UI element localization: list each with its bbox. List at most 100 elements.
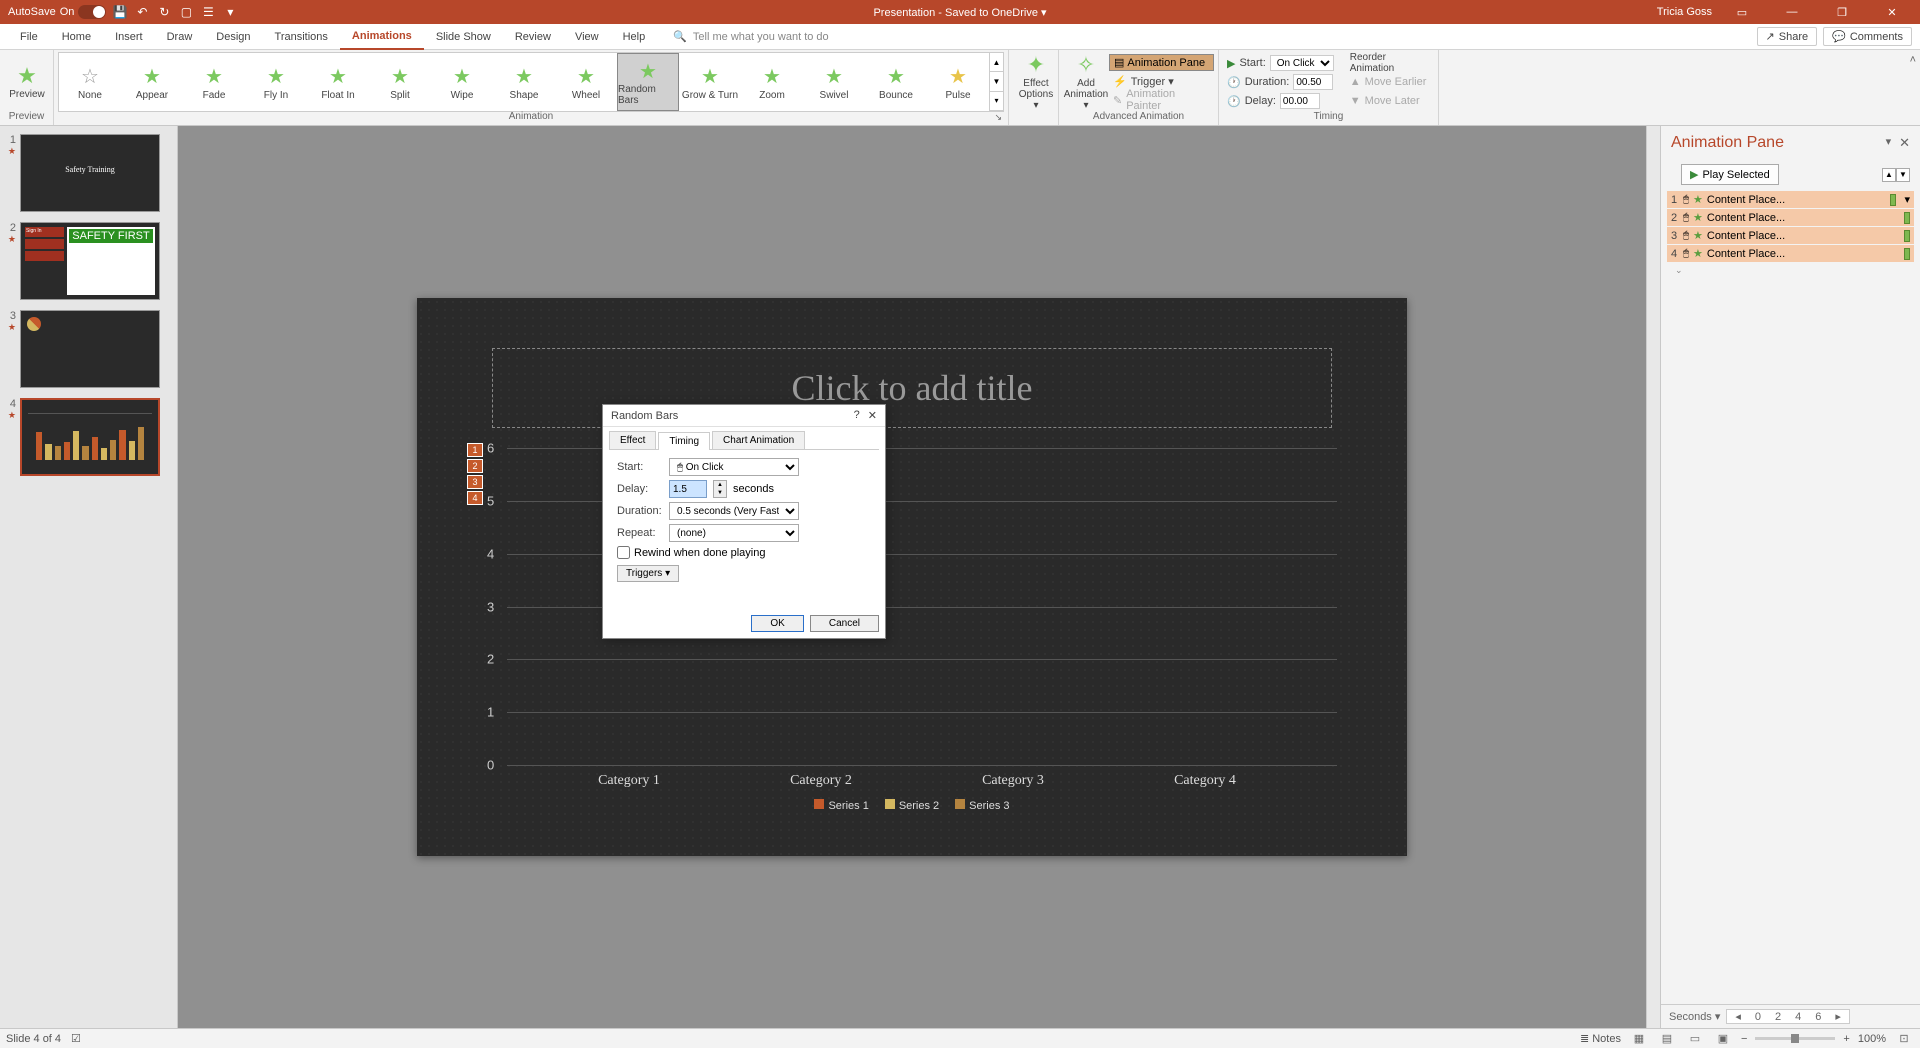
undo-icon[interactable]: ↶ (134, 4, 150, 20)
close-icon[interactable]: ✕ (1872, 0, 1912, 24)
slide-thumb-4[interactable] (20, 398, 160, 476)
dlg-delay-input[interactable] (669, 480, 707, 498)
close-pane-icon[interactable]: ✕ (1899, 135, 1910, 151)
tab-transitions[interactable]: Transitions (263, 24, 340, 50)
dialog-launcher-icon[interactable]: ↘ (994, 112, 1002, 123)
zoom-out-icon[interactable]: − (1741, 1033, 1747, 1045)
triggers-button[interactable]: Triggers ▾ (617, 565, 679, 582)
autosave-toggle[interactable]: AutoSave On (8, 5, 106, 19)
tab-slide-show[interactable]: Slide Show (424, 24, 503, 50)
anim-pane-item-3[interactable]: 3🖱★Content Place... (1667, 227, 1914, 244)
dlg-duration-select[interactable]: 0.5 seconds (Very Fast) (669, 502, 799, 520)
accessibility-icon[interactable]: ☑ (71, 1032, 81, 1045)
cancel-button[interactable]: Cancel (810, 615, 879, 632)
reading-view-icon[interactable]: ▭ (1685, 1031, 1705, 1047)
animation-none[interactable]: ☆None (59, 53, 121, 111)
qat-more-icon[interactable]: ▾ (222, 4, 238, 20)
slideshow-view-icon[interactable]: ▣ (1713, 1031, 1733, 1047)
move-earlier-button[interactable]: ▲Move Earlier (1346, 73, 1434, 91)
animation-painter-button[interactable]: ✎Animation Painter (1109, 91, 1214, 109)
slide-canvas[interactable]: Click to add title 1234 0123456Category … (417, 298, 1407, 856)
fit-view-icon[interactable]: ⊡ (1894, 1031, 1914, 1047)
anim-pane-item-1[interactable]: 1🖱★Content Place...▾ (1667, 191, 1914, 208)
animation-pulse[interactable]: ★Pulse (927, 53, 989, 111)
preview-button[interactable]: ★ Preview (4, 52, 50, 110)
tell-me-search[interactable]: 🔍 Tell me what you want to do (673, 30, 828, 43)
anim-pane-item-2[interactable]: 2🖱★Content Place... (1667, 209, 1914, 226)
present-icon[interactable]: ▢ (178, 4, 194, 20)
animation-flyin[interactable]: ★Fly In (245, 53, 307, 111)
legend-item[interactable]: Series 3 (955, 799, 1009, 812)
legend-item[interactable]: Series 1 (814, 799, 868, 812)
animation-shape[interactable]: ★Shape (493, 53, 555, 111)
dlg-start-select[interactable]: 🖱 On Click (669, 458, 799, 476)
animation-bounce[interactable]: ★Bounce (865, 53, 927, 111)
move-down-button[interactable]: ▼ (1896, 168, 1910, 182)
gallery-down-icon[interactable]: ▼ (990, 72, 1003, 91)
item-menu-icon[interactable]: ▾ (1904, 193, 1910, 206)
delay-input[interactable] (1280, 93, 1320, 109)
gallery-more-icon[interactable]: ▾ (990, 92, 1003, 111)
tab-file[interactable]: File (8, 24, 50, 50)
play-selected-button[interactable]: ▶Play Selected (1681, 164, 1779, 185)
tab-design[interactable]: Design (204, 24, 262, 50)
animation-fade[interactable]: ★Fade (183, 53, 245, 111)
zoom-level[interactable]: 100% (1858, 1033, 1886, 1045)
animation-wipe[interactable]: ★Wipe (431, 53, 493, 111)
expand-icon[interactable]: ⌄ (1667, 263, 1914, 278)
save-icon[interactable]: 💾 (112, 4, 128, 20)
tab-help[interactable]: Help (611, 24, 658, 50)
ribbon-display-icon[interactable]: ▭ (1722, 0, 1762, 24)
delay-spinner[interactable]: ▲▼ (713, 480, 727, 498)
ok-button[interactable]: OK (751, 615, 803, 632)
comments-button[interactable]: 💬Comments (1823, 27, 1912, 46)
tab-draw[interactable]: Draw (155, 24, 205, 50)
slide-thumb-3[interactable] (20, 310, 160, 388)
animation-split[interactable]: ★Split (369, 53, 431, 111)
tab-insert[interactable]: Insert (103, 24, 155, 50)
animation-randombars[interactable]: ★Random Bars (617, 53, 679, 111)
share-button[interactable]: ↗Share (1757, 27, 1818, 46)
touch-icon[interactable]: ☰ (200, 4, 216, 20)
legend-item[interactable]: Series 2 (885, 799, 939, 812)
animation-growturn[interactable]: ★Grow & Turn (679, 53, 741, 111)
minimize-icon[interactable]: — (1772, 0, 1812, 24)
animation-gallery[interactable]: ☆None★Appear★Fade★Fly In★Float In★Split★… (58, 52, 1004, 112)
rewind-checkbox[interactable] (617, 546, 630, 559)
gallery-up-icon[interactable]: ▲ (990, 53, 1003, 72)
notes-button[interactable]: ≣ Notes (1580, 1032, 1621, 1045)
tab-animations[interactable]: Animations (340, 24, 424, 50)
maximize-icon[interactable]: ❐ (1822, 0, 1862, 24)
ruler-next-icon[interactable]: ▸ (1829, 1010, 1847, 1023)
zoom-slider[interactable] (1755, 1037, 1835, 1040)
slide-counter[interactable]: Slide 4 of 4 (6, 1033, 61, 1045)
document-title[interactable]: Presentation - Saved to OneDrive ▾ (873, 6, 1046, 19)
collapse-ribbon-icon[interactable]: ˄ (1906, 50, 1920, 125)
user-name[interactable]: Tricia Goss (1657, 6, 1712, 18)
dlg-tab-chart-animation[interactable]: Chart Animation (712, 431, 805, 449)
slide-editor[interactable]: Click to add title 1234 0123456Category … (178, 126, 1646, 1028)
slide-thumb-1[interactable]: Safety Training (20, 134, 160, 212)
dialog-close-icon[interactable]: ✕ (868, 409, 877, 422)
animation-pane-button[interactable]: ▤Animation Pane (1109, 54, 1214, 71)
start-select[interactable]: On Click (1270, 55, 1334, 71)
move-later-button[interactable]: ▼Move Later (1346, 92, 1434, 110)
animation-wheel[interactable]: ★Wheel (555, 53, 617, 111)
normal-view-icon[interactable]: ▦ (1629, 1031, 1649, 1047)
sorter-view-icon[interactable]: ▤ (1657, 1031, 1677, 1047)
dialog-help-icon[interactable]: ? (854, 409, 860, 422)
anim-pane-item-4[interactable]: 4🖱★Content Place... (1667, 245, 1914, 262)
ruler-prev-icon[interactable]: ◂ (1729, 1010, 1747, 1023)
animation-floatin[interactable]: ★Float In (307, 53, 369, 111)
vertical-scrollbar[interactable] (1646, 126, 1660, 1028)
dlg-tab-timing[interactable]: Timing (658, 432, 710, 450)
dlg-repeat-select[interactable]: (none) (669, 524, 799, 542)
tab-view[interactable]: View (563, 24, 611, 50)
toggle-switch-icon[interactable] (78, 5, 106, 19)
animation-swivel[interactable]: ★Swivel (803, 53, 865, 111)
slide-thumb-2[interactable]: Sign InSAFETY FIRST (20, 222, 160, 300)
tab-review[interactable]: Review (503, 24, 563, 50)
pane-menu-icon[interactable]: ▾ (1886, 135, 1892, 151)
seconds-label[interactable]: Seconds ▾ (1669, 1010, 1720, 1023)
animation-appear[interactable]: ★Appear (121, 53, 183, 111)
